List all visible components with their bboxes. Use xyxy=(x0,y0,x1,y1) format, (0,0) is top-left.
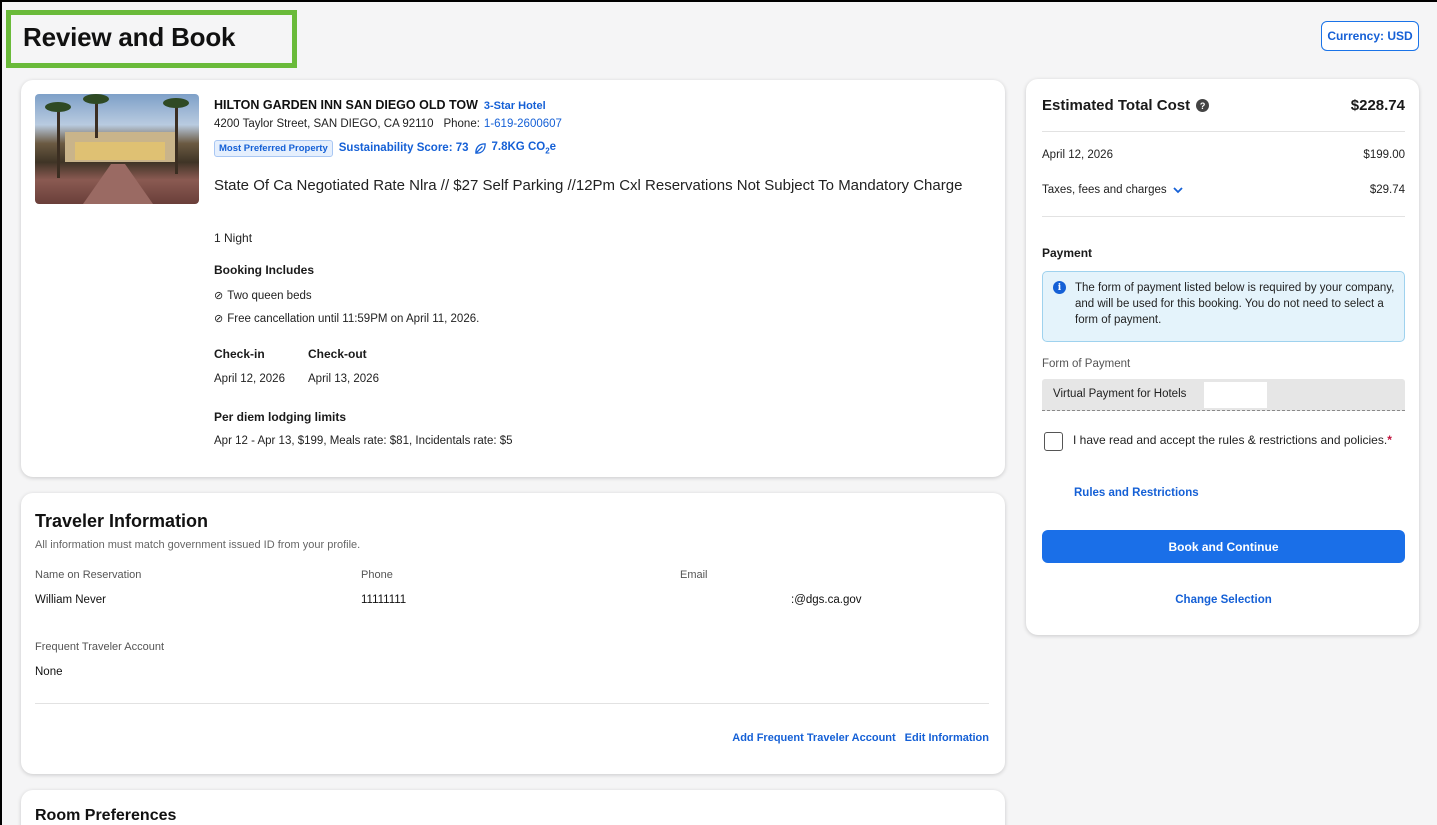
chevron-down-icon[interactable] xyxy=(1173,186,1183,194)
hotel-image-path xyxy=(83,164,153,204)
cost-divider xyxy=(1042,216,1405,217)
name-value: William Never xyxy=(35,594,106,606)
page-title-highlight: Review and Book xyxy=(6,10,297,68)
accept-rules-text: I have read and accept the rules & restr… xyxy=(1073,433,1388,447)
form-of-payment-label: Form of Payment xyxy=(1042,358,1131,370)
hotel-image-frond xyxy=(45,102,71,112)
traveler-card: Traveler Information All information mus… xyxy=(21,493,1005,774)
cost-line-date-amount: $199.00 xyxy=(1363,149,1405,161)
change-selection-link[interactable]: Change Selection xyxy=(1042,594,1405,606)
hotel-image[interactable] xyxy=(35,94,199,204)
form-of-payment-field[interactable]: Virtual Payment for Hotels xyxy=(1042,379,1405,411)
hotel-phone-label: Phone: xyxy=(443,118,480,130)
phone-label: Phone xyxy=(361,569,393,581)
include-item: ⊘ Two queen beds xyxy=(214,289,312,303)
check-circle-icon: ⊘ xyxy=(214,313,224,325)
phone-value: 11111111 xyxy=(361,594,407,606)
hotel-image-frond xyxy=(83,94,109,104)
include-item-text: Two queen beds xyxy=(227,289,312,302)
preferred-badge: Most Preferred Property xyxy=(214,140,333,157)
hotel-address-row: 4200 Taylor Street, SAN DIEGO, CA 92110 … xyxy=(214,118,562,130)
star-rating-link[interactable]: 3-Star Hotel xyxy=(484,100,546,112)
left-border xyxy=(0,0,2,825)
co2-suffix: e xyxy=(549,141,557,154)
room-preferences-card: Room Preferences xyxy=(21,790,1005,825)
form-of-payment-value: Virtual Payment for Hotels xyxy=(1053,388,1187,400)
traveler-title: Traveler Information xyxy=(35,511,209,531)
hotel-phone-link[interactable]: 1-619-2600607 xyxy=(484,118,562,130)
hotel-image-palm xyxy=(95,98,98,138)
traveler-subtitle: All information must match government is… xyxy=(35,539,361,551)
checkin-date: April 12, 2026 xyxy=(214,373,285,385)
info-icon: i xyxy=(1053,281,1066,294)
co2-value: 7.8KG CO2e xyxy=(492,141,557,155)
hotel-image-palm xyxy=(175,104,178,174)
hotel-card: HILTON GARDEN INN SAN DIEGO OLD TOW 3-St… xyxy=(21,80,1005,477)
book-and-continue-button[interactable]: Book and Continue xyxy=(1042,530,1405,563)
payment-info-text: The form of payment listed below is requ… xyxy=(1075,282,1395,326)
top-border xyxy=(0,0,1437,2)
check-circle-icon: ⊘ xyxy=(214,290,224,302)
hotel-name-row: HILTON GARDEN INN SAN DIEGO OLD TOW 3-St… xyxy=(214,98,546,112)
accept-rules-label: I have read and accept the rules & restr… xyxy=(1073,432,1393,449)
hotel-badges: Most Preferred Property Sustainability S… xyxy=(214,140,556,157)
night-count: 1 Night xyxy=(214,231,253,245)
per-diem-title: Per diem lodging limits xyxy=(214,410,347,424)
rules-restrictions-link[interactable]: Rules and Restrictions xyxy=(1074,487,1199,499)
cost-card: Estimated Total Cost ? $228.74 April 12,… xyxy=(1026,79,1419,635)
include-item: ⊘ Free cancellation until 11:59PM on Apr… xyxy=(214,312,480,326)
traveler-actions: Add Frequent Traveler Account Edit Infor… xyxy=(732,732,989,744)
per-diem-text: Apr 12 - Apr 13, $199, Meals rate: $81, … xyxy=(214,435,513,447)
rate-description: State Of Ca Negotiated Rate Nlra // $27 … xyxy=(214,177,963,194)
taxes-amount: $29.74 xyxy=(1369,184,1405,196)
sustainability-link[interactable]: Sustainability Score: 73 7.8KG CO2e xyxy=(339,141,556,155)
ftp-value: None xyxy=(35,666,63,678)
checkout-label: Check-out xyxy=(308,347,367,361)
checkout-date: April 13, 2026 xyxy=(308,373,379,385)
cost-line-date-label: April 12, 2026 xyxy=(1042,149,1113,161)
room-preferences-title: Room Preferences xyxy=(35,807,177,824)
required-asterisk: * xyxy=(1387,433,1392,447)
hotel-image-palm xyxy=(57,108,60,178)
leaf-icon xyxy=(474,143,486,154)
page-title: Review and Book xyxy=(23,22,236,52)
ftp-label: Frequent Traveler Account xyxy=(35,641,165,653)
cost-title-row: Estimated Total Cost ? xyxy=(1042,97,1210,114)
include-item-text: Free cancellation until 11:59PM on April… xyxy=(227,312,480,325)
cost-title: Estimated Total Cost xyxy=(1042,97,1191,114)
email-label: Email xyxy=(680,569,708,581)
cost-line-date: April 12, 2026 xyxy=(1042,149,1113,161)
currency-button[interactable]: Currency: USD xyxy=(1321,21,1419,51)
taxes-label: Taxes, fees and charges xyxy=(1042,184,1167,196)
cost-divider xyxy=(1042,131,1405,132)
payment-info-box: i The form of payment listed below is re… xyxy=(1042,271,1405,342)
hotel-address: 4200 Taylor Street, SAN DIEGO, CA 92110 xyxy=(214,118,434,130)
payment-title: Payment xyxy=(1042,246,1093,260)
checkin-label: Check-in xyxy=(214,347,265,361)
redacted-card-mask xyxy=(1204,382,1267,408)
hotel-image-frond xyxy=(163,98,189,108)
add-ftp-link[interactable]: Add Frequent Traveler Account xyxy=(732,732,895,744)
email-value: :@dgs.ca.gov xyxy=(791,594,862,606)
edit-information-link[interactable]: Edit Information xyxy=(905,732,989,744)
traveler-divider xyxy=(35,703,989,704)
hotel-image-lights xyxy=(75,142,165,160)
cost-total: $228.74 xyxy=(1350,97,1405,114)
booking-includes-title: Booking Includes xyxy=(214,263,315,277)
hotel-name: HILTON GARDEN INN SAN DIEGO OLD TOW xyxy=(214,98,478,112)
sustainability-score: Sustainability Score: 73 xyxy=(338,142,469,155)
help-icon[interactable]: ? xyxy=(1196,99,1210,112)
name-label: Name on Reservation xyxy=(35,569,142,581)
accept-rules-checkbox[interactable] xyxy=(1044,432,1063,451)
taxes-toggle[interactable]: Taxes, fees and charges xyxy=(1042,184,1183,196)
co2-prefix: 7.8KG CO xyxy=(491,141,546,154)
